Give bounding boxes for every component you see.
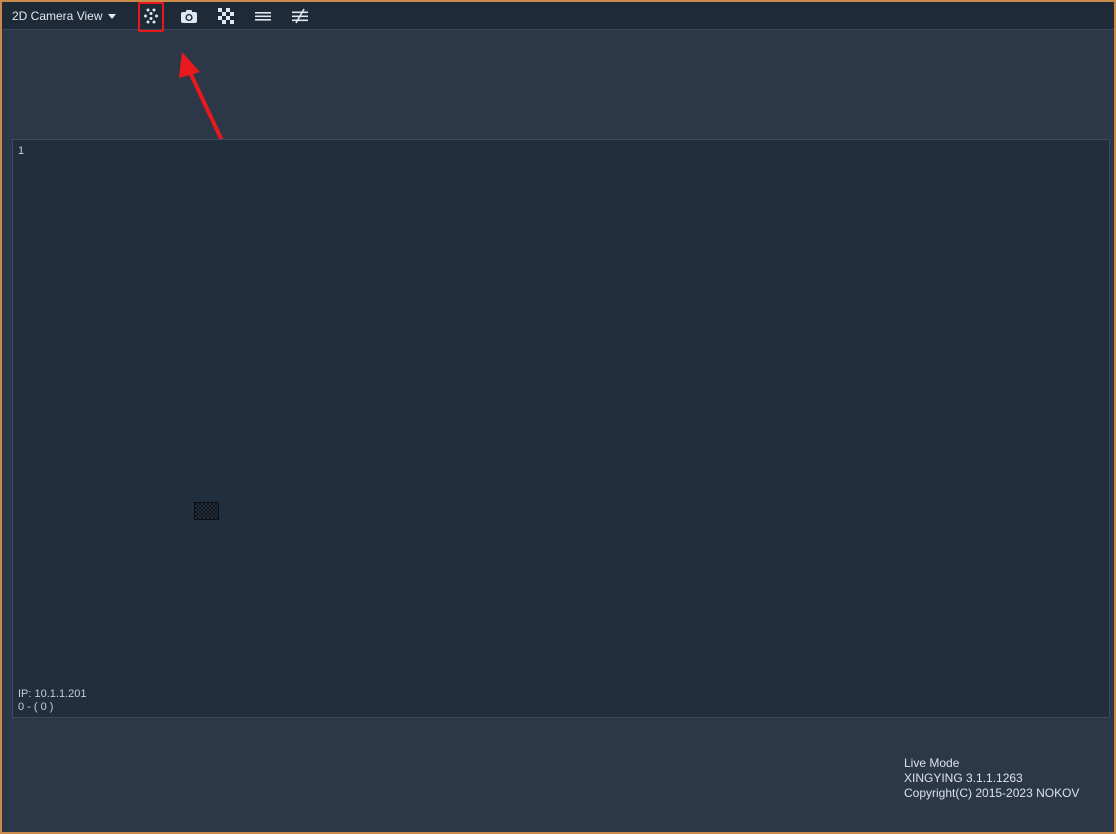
status-info: Live Mode XINGYING 3.1.1.1263 Copyright(… (904, 756, 1079, 801)
app-window: 2D Camera View 1 IP: 10.1.1.201 0 - (0 … (0, 0, 1116, 834)
chevron-down-icon (108, 13, 117, 19)
dots-pattern-icon (144, 8, 158, 24)
marker-mode-button[interactable] (139, 4, 163, 28)
not-equal-icon (292, 8, 308, 24)
marker-count: 0 - ( 0 ) (18, 701, 54, 713)
menu-lines-icon (255, 12, 271, 21)
camera-icon (181, 10, 197, 23)
view-selector-dropdown[interactable]: 2D Camera View (12, 8, 117, 24)
checkerboard-icon (218, 8, 234, 24)
live-mode-label: Live Mode (904, 756, 960, 770)
camera-ip: IP: 10.1.1.201 (18, 688, 87, 700)
copyright-label: Copyright(C) 2015-2023 NOKOV (904, 786, 1080, 800)
snapshot-button[interactable] (177, 4, 201, 28)
toolbar: 2D Camera View (2, 2, 1114, 30)
camera-number: 1 (18, 145, 25, 157)
grayscale-mode-button[interactable] (214, 4, 238, 28)
camera-info: IP: 10.1.1.201 0 - ( 0 ) (18, 688, 87, 714)
menu-button[interactable] (251, 4, 275, 28)
view-selector-label: 2D Camera View (12, 9, 103, 23)
marker-grid-icon (194, 502, 219, 520)
filter-button[interactable] (288, 4, 312, 28)
camera-view-panel[interactable]: 1 IP: 10.1.1.201 0 - ( 0 ) (12, 139, 1110, 718)
version-label: XINGYING 3.1.1.1263 (904, 771, 1023, 785)
